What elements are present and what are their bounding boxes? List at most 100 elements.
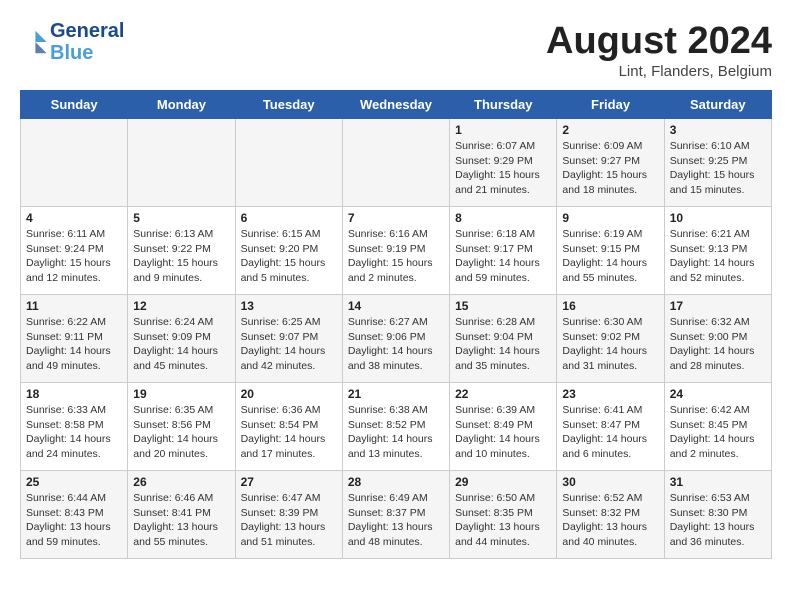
day-number: 26	[133, 475, 229, 489]
day-cell-16: 16 Sunrise: 6:30 AM Sunset: 9:02 PM Dayli…	[557, 295, 664, 383]
day-cell-12: 12 Sunrise: 6:24 AM Sunset: 9:09 PM Dayli…	[128, 295, 235, 383]
empty-cell	[235, 119, 342, 207]
day-number: 25	[26, 475, 122, 489]
day-info: Sunrise: 6:32 AM Sunset: 9:00 PM Dayligh…	[670, 315, 766, 374]
day-cell-10: 10 Sunrise: 6:21 AM Sunset: 9:13 PM Dayli…	[664, 207, 771, 295]
day-info: Sunrise: 6:22 AM Sunset: 9:11 PM Dayligh…	[26, 315, 122, 374]
day-info: Sunrise: 6:13 AM Sunset: 9:22 PM Dayligh…	[133, 227, 229, 286]
day-cell-9: 9 Sunrise: 6:19 AM Sunset: 9:15 PM Daylig…	[557, 207, 664, 295]
day-number: 15	[455, 299, 551, 313]
day-info: Sunrise: 6:30 AM Sunset: 9:02 PM Dayligh…	[562, 315, 658, 374]
day-cell-4: 4Sunrise: 6:11 AM Sunset: 9:24 PM Daylig…	[21, 207, 128, 295]
day-number: 13	[241, 299, 337, 313]
day-header-tuesday: Tuesday	[235, 91, 342, 119]
day-number: 10	[670, 211, 766, 225]
day-number: 21	[348, 387, 444, 401]
day-info: Sunrise: 6:33 AM Sunset: 8:58 PM Dayligh…	[26, 403, 122, 462]
day-number: 4	[26, 211, 122, 225]
day-info: Sunrise: 6:25 AM Sunset: 9:07 PM Dayligh…	[241, 315, 337, 374]
day-number: 6	[241, 211, 337, 225]
day-info: Sunrise: 6:36 AM Sunset: 8:54 PM Dayligh…	[241, 403, 337, 462]
empty-cell	[21, 119, 128, 207]
day-number: 24	[670, 387, 766, 401]
logo-icon	[20, 28, 48, 56]
day-cell-22: 22 Sunrise: 6:39 AM Sunset: 8:49 PM Dayli…	[450, 383, 557, 471]
day-cell-18: 18 Sunrise: 6:33 AM Sunset: 8:58 PM Dayli…	[21, 383, 128, 471]
day-cell-28: 28 Sunrise: 6:49 AM Sunset: 8:37 PM Dayli…	[342, 471, 449, 559]
calendar-header-row: SundayMondayTuesdayWednesdayThursdayFrid…	[21, 91, 772, 119]
day-number: 19	[133, 387, 229, 401]
day-cell-7: 7Sunrise: 6:16 AM Sunset: 9:19 PM Daylig…	[342, 207, 449, 295]
day-number: 9	[562, 211, 658, 225]
day-number: 7	[348, 211, 444, 225]
day-number: 27	[241, 475, 337, 489]
day-cell-13: 13 Sunrise: 6:25 AM Sunset: 9:07 PM Dayli…	[235, 295, 342, 383]
day-cell-30: 30 Sunrise: 6:52 AM Sunset: 8:32 PM Dayli…	[557, 471, 664, 559]
calendar-week-5: 25Sunrise: 6:44 AM Sunset: 8:43 PM Dayli…	[21, 471, 772, 559]
logo-line1: General	[50, 20, 124, 42]
day-cell-31: 31 Sunrise: 6:53 AM Sunset: 8:30 PM Dayli…	[664, 471, 771, 559]
day-info: Sunrise: 6:09 AM Sunset: 9:27 PM Dayligh…	[562, 139, 658, 198]
day-cell-21: 21 Sunrise: 6:38 AM Sunset: 8:52 PM Dayli…	[342, 383, 449, 471]
day-info: Sunrise: 6:49 AM Sunset: 8:37 PM Dayligh…	[348, 491, 444, 550]
day-header-sunday: Sunday	[21, 91, 128, 119]
day-info: Sunrise: 6:21 AM Sunset: 9:13 PM Dayligh…	[670, 227, 766, 286]
day-cell-23: 23 Sunrise: 6:41 AM Sunset: 8:47 PM Dayli…	[557, 383, 664, 471]
logo-line2: Blue	[50, 42, 124, 64]
day-number: 18	[26, 387, 122, 401]
day-number: 16	[562, 299, 658, 313]
day-info: Sunrise: 6:07 AM Sunset: 9:29 PM Dayligh…	[455, 139, 551, 198]
day-cell-20: 20Sunrise: 6:36 AM Sunset: 8:54 PM Dayli…	[235, 383, 342, 471]
page-header: General Blue August 2024 Lint, Flanders,…	[20, 20, 772, 80]
day-number: 14	[348, 299, 444, 313]
day-info: Sunrise: 6:38 AM Sunset: 8:52 PM Dayligh…	[348, 403, 444, 462]
day-number: 2	[562, 123, 658, 137]
day-info: Sunrise: 6:47 AM Sunset: 8:39 PM Dayligh…	[241, 491, 337, 550]
day-cell-2: 2 Sunrise: 6:09 AM Sunset: 9:27 PM Daylig…	[557, 119, 664, 207]
day-info: Sunrise: 6:41 AM Sunset: 8:47 PM Dayligh…	[562, 403, 658, 462]
day-number: 3	[670, 123, 766, 137]
day-info: Sunrise: 6:39 AM Sunset: 8:49 PM Dayligh…	[455, 403, 551, 462]
day-number: 1	[455, 123, 551, 137]
day-number: 8	[455, 211, 551, 225]
day-cell-26: 26Sunrise: 6:46 AM Sunset: 8:41 PM Dayli…	[128, 471, 235, 559]
day-info: Sunrise: 6:27 AM Sunset: 9:06 PM Dayligh…	[348, 315, 444, 374]
day-info: Sunrise: 6:35 AM Sunset: 8:56 PM Dayligh…	[133, 403, 229, 462]
day-number: 11	[26, 299, 122, 313]
day-info: Sunrise: 6:19 AM Sunset: 9:15 PM Dayligh…	[562, 227, 658, 286]
day-cell-15: 15 Sunrise: 6:28 AM Sunset: 9:04 PM Dayli…	[450, 295, 557, 383]
day-header-thursday: Thursday	[450, 91, 557, 119]
day-number: 31	[670, 475, 766, 489]
day-cell-27: 27 Sunrise: 6:47 AM Sunset: 8:39 PM Dayli…	[235, 471, 342, 559]
day-header-friday: Friday	[557, 91, 664, 119]
day-cell-5: 5 Sunrise: 6:13 AM Sunset: 9:22 PM Daylig…	[128, 207, 235, 295]
calendar-week-4: 18 Sunrise: 6:33 AM Sunset: 8:58 PM Dayli…	[21, 383, 772, 471]
day-info: Sunrise: 6:53 AM Sunset: 8:30 PM Dayligh…	[670, 491, 766, 550]
day-cell-11: 11 Sunrise: 6:22 AM Sunset: 9:11 PM Dayli…	[21, 295, 128, 383]
day-info: Sunrise: 6:18 AM Sunset: 9:17 PM Dayligh…	[455, 227, 551, 286]
day-info: Sunrise: 6:52 AM Sunset: 8:32 PM Dayligh…	[562, 491, 658, 550]
day-cell-14: 14 Sunrise: 6:27 AM Sunset: 9:06 PM Dayli…	[342, 295, 449, 383]
day-number: 23	[562, 387, 658, 401]
day-info: Sunrise: 6:15 AM Sunset: 9:20 PM Dayligh…	[241, 227, 337, 286]
day-cell-19: 19 Sunrise: 6:35 AM Sunset: 8:56 PM Dayli…	[128, 383, 235, 471]
day-info: Sunrise: 6:24 AM Sunset: 9:09 PM Dayligh…	[133, 315, 229, 374]
day-cell-1: 1 Sunrise: 6:07 AM Sunset: 9:29 PM Daylig…	[450, 119, 557, 207]
day-cell-8: 8 Sunrise: 6:18 AM Sunset: 9:17 PM Daylig…	[450, 207, 557, 295]
calendar-week-2: 4Sunrise: 6:11 AM Sunset: 9:24 PM Daylig…	[21, 207, 772, 295]
day-number: 29	[455, 475, 551, 489]
day-info: Sunrise: 6:28 AM Sunset: 9:04 PM Dayligh…	[455, 315, 551, 374]
logo: General Blue	[20, 20, 124, 64]
location-subtitle: Lint, Flanders, Belgium	[546, 63, 772, 80]
day-cell-6: 6 Sunrise: 6:15 AM Sunset: 9:20 PM Daylig…	[235, 207, 342, 295]
calendar-table: SundayMondayTuesdayWednesdayThursdayFrid…	[20, 90, 772, 559]
day-info: Sunrise: 6:50 AM Sunset: 8:35 PM Dayligh…	[455, 491, 551, 550]
day-number: 30	[562, 475, 658, 489]
empty-cell	[342, 119, 449, 207]
day-number: 28	[348, 475, 444, 489]
day-cell-25: 25Sunrise: 6:44 AM Sunset: 8:43 PM Dayli…	[21, 471, 128, 559]
day-number: 12	[133, 299, 229, 313]
day-number: 17	[670, 299, 766, 313]
day-number: 5	[133, 211, 229, 225]
day-number: 22	[455, 387, 551, 401]
